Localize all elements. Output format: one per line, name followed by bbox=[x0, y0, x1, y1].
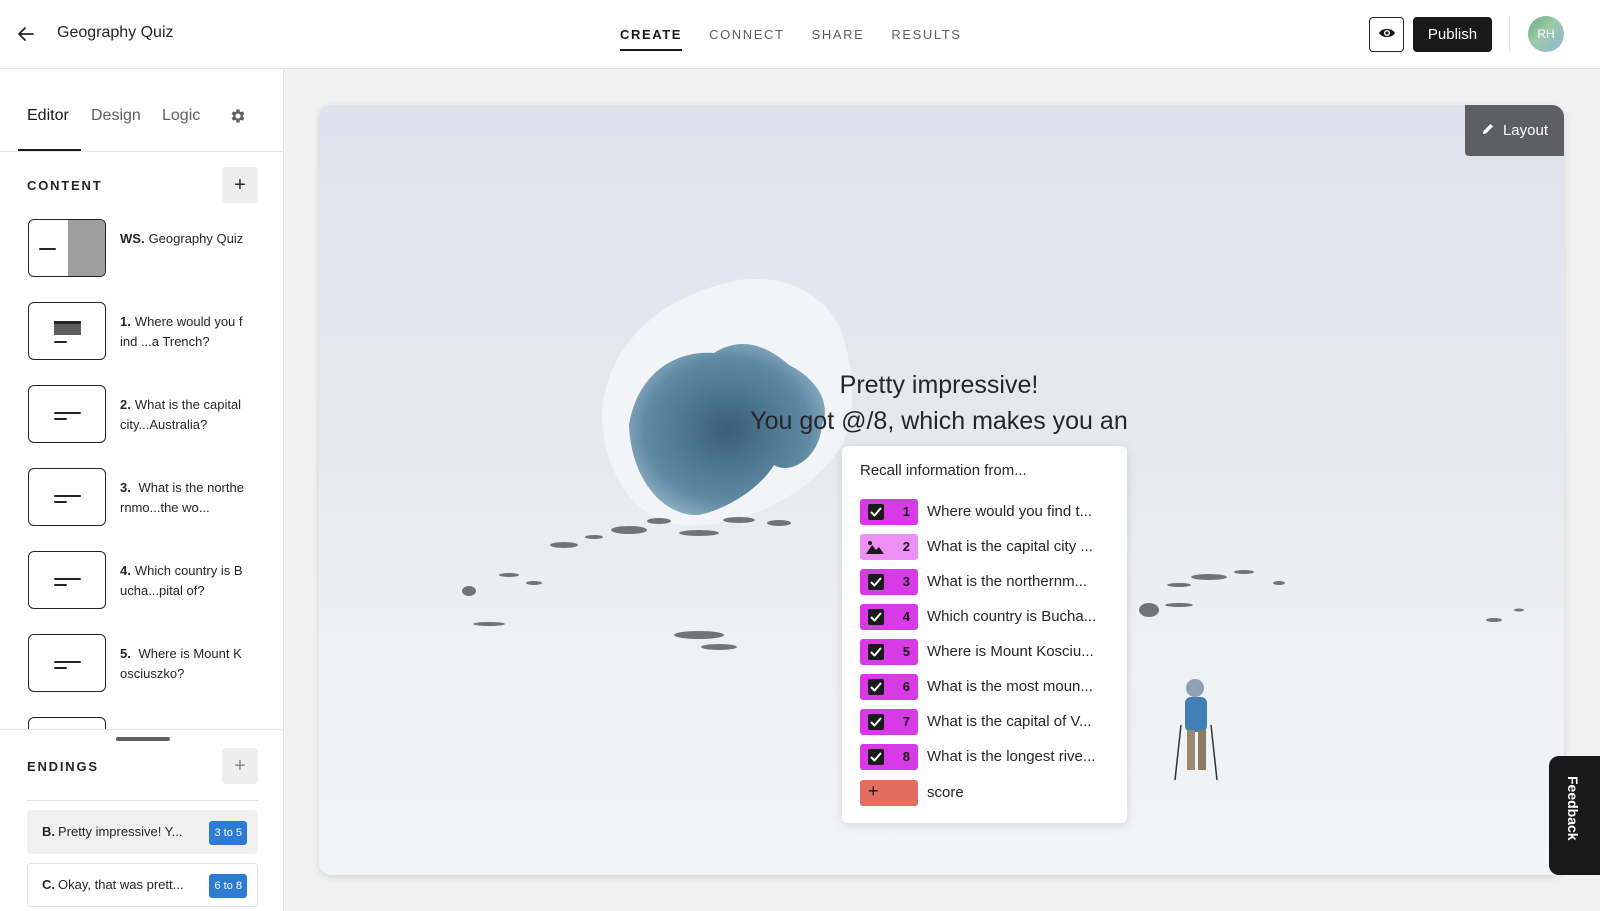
question-tag: 5 bbox=[860, 639, 918, 665]
add-ending-button[interactable]: + bbox=[222, 748, 258, 784]
recall-item-label: Where is Mount Kosciu... bbox=[927, 643, 1094, 660]
tab-logic[interactable]: Logic bbox=[162, 107, 200, 125]
checkbox-icon bbox=[868, 679, 884, 695]
recall-item[interactable]: 2 What is the capital city ... bbox=[860, 534, 1118, 560]
recall-item[interactable]: 7 What is the capital of V... bbox=[860, 709, 1118, 735]
recall-item[interactable]: 6 What is the most moun... bbox=[860, 674, 1118, 700]
recall-information-dropdown: Recall information from... 1 Where would … bbox=[842, 446, 1127, 823]
feedback-tab[interactable]: Feedback bbox=[1549, 756, 1600, 875]
layout-label: Layout bbox=[1502, 122, 1549, 139]
score-range-badge: 3 to 5 bbox=[209, 821, 247, 845]
recall-item-label: What is the capital of V... bbox=[927, 713, 1092, 730]
question-number: 1 bbox=[902, 504, 910, 519]
list-item-welcome[interactable]: WS. Geography Quiz bbox=[0, 219, 283, 279]
checkbox-icon bbox=[868, 574, 884, 590]
resize-handle[interactable] bbox=[116, 737, 170, 741]
recall-item-label: score bbox=[927, 784, 964, 801]
preview-button[interactable] bbox=[1369, 17, 1404, 52]
image-icon bbox=[866, 541, 884, 554]
tab-design[interactable]: Design bbox=[91, 107, 141, 125]
question-thumbnail bbox=[28, 302, 106, 360]
question-number: 7 bbox=[902, 714, 910, 729]
recall-item[interactable]: 1 Where would you find t... bbox=[860, 499, 1118, 525]
question-thumbnail bbox=[28, 551, 106, 609]
recall-item[interactable]: 3 What is the northernm... bbox=[860, 569, 1118, 595]
question-thumbnail bbox=[28, 634, 106, 692]
recall-item-label: What is the most moun... bbox=[927, 678, 1093, 695]
list-item-question[interactable]: 4. Which country is Bucha...pital of? bbox=[0, 551, 283, 611]
question-thumbnail bbox=[28, 385, 106, 443]
active-tab-indicator bbox=[18, 149, 81, 151]
layout-button[interactable]: Layout bbox=[1465, 105, 1564, 156]
sidebar-tabs: Editor Design Logic bbox=[0, 69, 284, 152]
score-range-badge: 6 to 8 bbox=[209, 874, 247, 898]
recall-item[interactable]: 5 Where is Mount Kosciu... bbox=[860, 639, 1118, 665]
ending-item[interactable]: B. Pretty impressive! Y... 3 to 5 bbox=[27, 810, 258, 854]
ending-item[interactable]: C. Okay, that was prett... 6 to 8 bbox=[27, 863, 258, 907]
back-arrow-icon[interactable] bbox=[14, 22, 38, 46]
plus-icon: + bbox=[868, 781, 879, 801]
question-number: 6 bbox=[902, 679, 910, 694]
publish-button[interactable]: Publish bbox=[1413, 17, 1492, 52]
question-tag: 1 bbox=[860, 499, 918, 525]
tab-results[interactable]: RESULTS bbox=[891, 0, 961, 68]
form-title[interactable]: Geography Quiz bbox=[57, 24, 174, 42]
list-item-question[interactable]: 2. What is the capital city...Australia? bbox=[0, 385, 283, 445]
question-tag: 7 bbox=[860, 709, 918, 735]
recall-item[interactable]: 8 What is the longest rive... bbox=[860, 744, 1118, 770]
recall-item-label: What is the northernm... bbox=[927, 573, 1088, 590]
ending-screen-canvas[interactable]: Layout Pretty impressive! You got @/8, w… bbox=[319, 105, 1564, 875]
user-avatar[interactable]: RH bbox=[1528, 16, 1564, 52]
content-heading: CONTENT bbox=[27, 178, 103, 193]
editor-sidebar: Editor Design Logic CONTENT + WS. Geograp… bbox=[0, 69, 284, 911]
recall-item-label: Which country is Bucha... bbox=[927, 608, 1097, 625]
checkbox-icon bbox=[868, 714, 884, 730]
main-tabs: CREATE CONNECT SHARE RESULTS bbox=[620, 0, 962, 68]
question-tag: 6 bbox=[860, 674, 918, 700]
ending-title[interactable]: Pretty impressive! You got @/8, which ma… bbox=[619, 367, 1259, 439]
question-tag: 2 bbox=[860, 534, 918, 560]
add-content-button[interactable]: + bbox=[222, 167, 258, 203]
list-item-question[interactable]: 1. Where would you find ...a Trench? bbox=[0, 302, 283, 362]
question-number: 2 bbox=[902, 539, 910, 554]
endings-heading: ENDINGS bbox=[27, 759, 99, 774]
checkbox-icon bbox=[868, 504, 884, 520]
welcome-thumbnail bbox=[28, 219, 106, 277]
question-tag: 8 bbox=[860, 744, 918, 770]
list-item-question[interactable]: 3. What is the northernmo...the wo... bbox=[0, 468, 283, 528]
tab-create[interactable]: CREATE bbox=[620, 0, 683, 68]
recall-item[interactable]: 4 Which country is Bucha... bbox=[860, 604, 1118, 630]
question-tag: 4 bbox=[860, 604, 918, 630]
hiker-figure bbox=[1174, 679, 1218, 781]
question-number: 3 bbox=[902, 574, 910, 589]
top-bar: Geography Quiz CREATE CONNECT SHARE RESU… bbox=[0, 0, 1600, 69]
question-number: 5 bbox=[902, 644, 910, 659]
endings-panel: ENDINGS + B. Pretty impressive! Y... 3 to… bbox=[0, 729, 283, 911]
question-tag: 3 bbox=[860, 569, 918, 595]
recall-item-score[interactable]: + score bbox=[860, 780, 1118, 806]
checkbox-icon bbox=[868, 749, 884, 765]
tab-connect[interactable]: CONNECT bbox=[709, 0, 784, 68]
recall-item-label: Where would you find t... bbox=[927, 503, 1093, 520]
recall-heading: Recall information from... bbox=[860, 462, 1027, 479]
checkbox-icon bbox=[868, 644, 884, 660]
tab-share[interactable]: SHARE bbox=[812, 0, 865, 68]
list-item-question[interactable]: 5. Where is Mount Kosciuszko? bbox=[0, 634, 283, 694]
divider bbox=[1509, 16, 1510, 52]
question-number: 8 bbox=[902, 749, 910, 764]
score-tag: + bbox=[860, 780, 918, 806]
question-list: WS. Geography Quiz 1. Where would you find… bbox=[0, 219, 283, 803]
recall-item-label: What is the longest rive... bbox=[927, 748, 1096, 765]
recall-item-label: What is the capital city ... bbox=[927, 538, 1093, 555]
question-thumbnail bbox=[28, 468, 106, 526]
eye-icon bbox=[1378, 26, 1396, 44]
checkbox-icon bbox=[868, 609, 884, 625]
question-number: 4 bbox=[902, 609, 910, 624]
pencil-icon bbox=[1481, 122, 1495, 140]
gear-icon[interactable] bbox=[229, 107, 247, 125]
tab-editor[interactable]: Editor bbox=[27, 107, 69, 125]
